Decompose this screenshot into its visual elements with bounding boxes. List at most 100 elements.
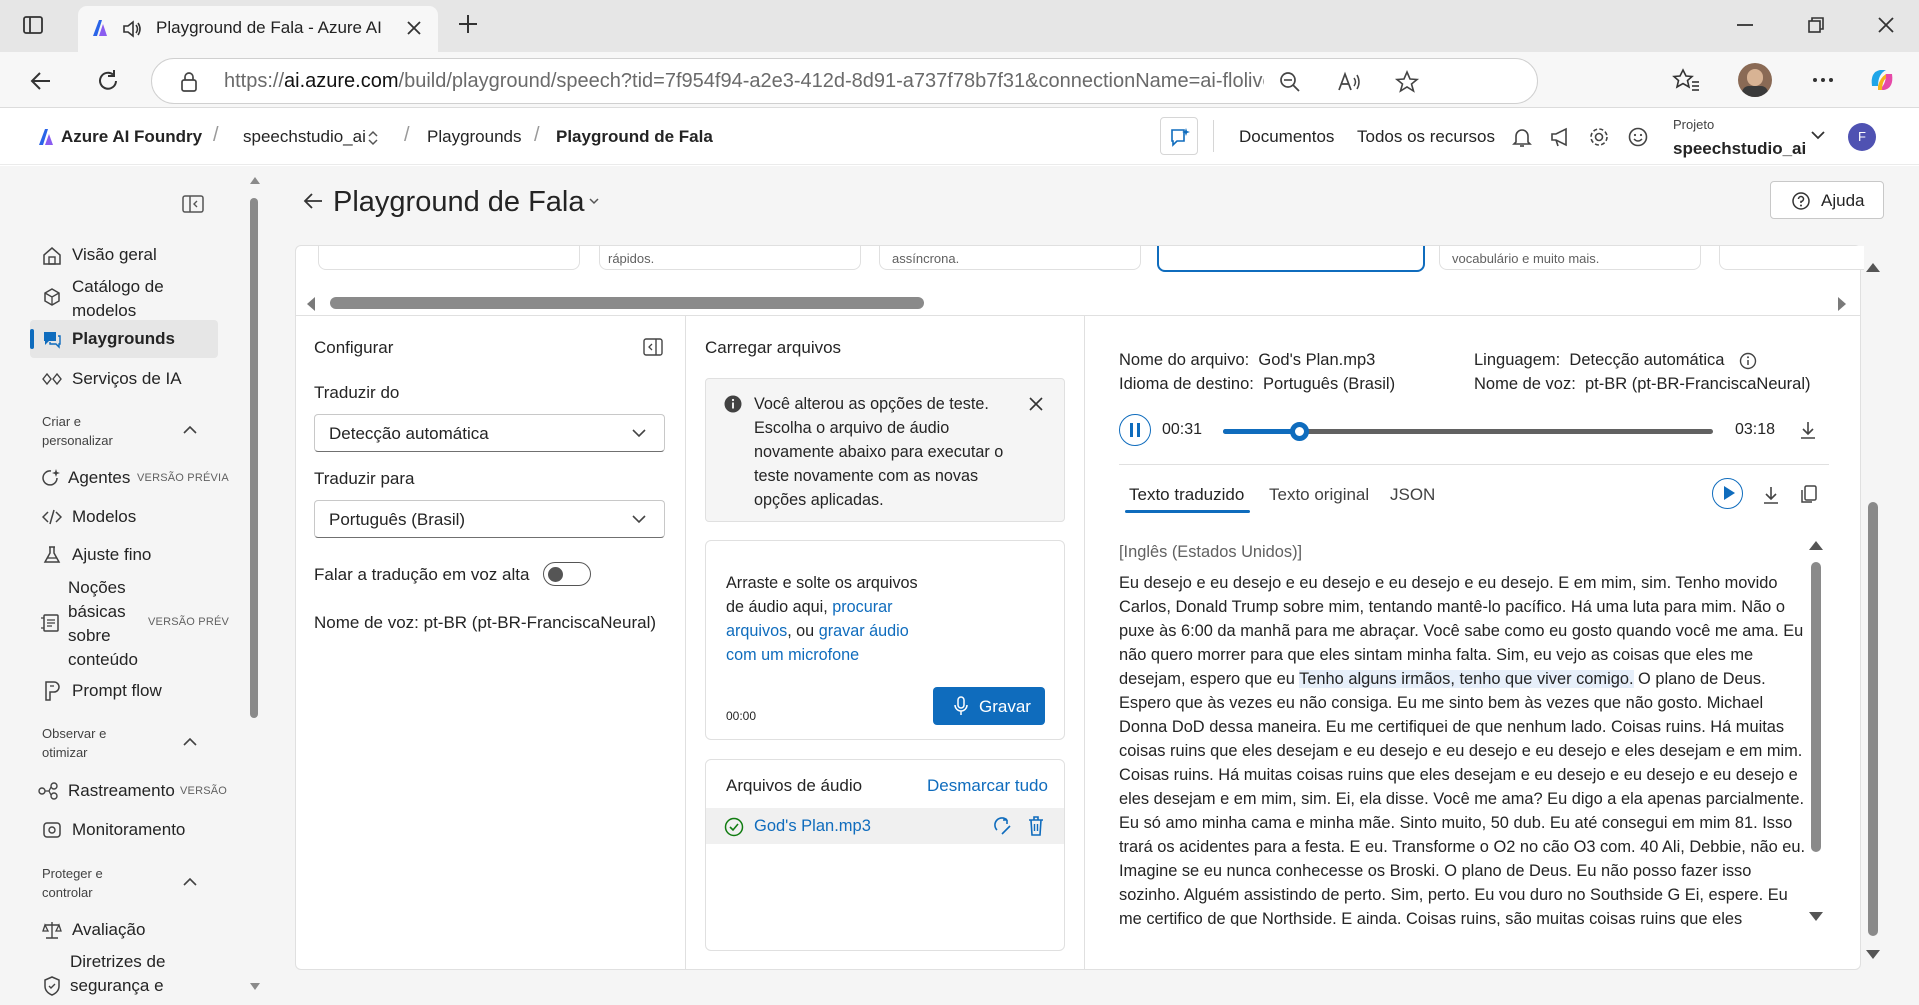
url-field[interactable]: https://ai.azure.com/build/playground/sp… [151, 58, 1538, 104]
favorites-icon[interactable] [1672, 67, 1700, 93]
browser-tab[interactable]: Playground de Fala - Azure AI [78, 6, 438, 52]
drop-zone[interactable]: Arraste e solte os arquivos de áudio aqu… [705, 540, 1065, 740]
page-scroll-thumb[interactable] [1868, 502, 1878, 936]
sidebar-item-model-catalog[interactable]: Catálogo de modelos [30, 273, 218, 323]
speaker-icon[interactable] [121, 18, 143, 40]
scenario-card[interactable]: assíncrona. [879, 246, 1141, 270]
download-audio-icon[interactable] [1799, 420, 1817, 440]
profile-avatar[interactable] [1738, 63, 1772, 97]
settings-gear-icon[interactable] [1588, 126, 1610, 148]
minimize-icon[interactable] [1734, 14, 1756, 36]
progress-thumb[interactable] [1289, 422, 1309, 441]
scroll-up-arrow-icon[interactable] [250, 176, 260, 184]
user-avatar[interactable]: F [1848, 123, 1876, 151]
transcript-scroll-up-icon[interactable] [1809, 540, 1823, 550]
scroll-thumb[interactable] [250, 198, 258, 718]
notification-bell-icon[interactable] [1511, 126, 1533, 148]
scenario-card[interactable] [1719, 246, 1864, 270]
feedback-megaphone-icon[interactable] [1549, 126, 1573, 148]
project-name[interactable]: speechstudio_ai [1673, 139, 1806, 159]
info-icon[interactable] [1739, 352, 1757, 370]
info-filled-icon [724, 395, 742, 413]
scenario-card-selected[interactable] [1157, 246, 1425, 272]
scroll-left-arrow-icon[interactable] [306, 297, 316, 311]
sidebar-item-playgrounds[interactable]: Playgrounds [30, 320, 218, 358]
page-scroll-down-icon[interactable] [1866, 950, 1880, 960]
docs-link[interactable]: Documentos [1239, 127, 1334, 147]
sidebar-item-evaluation[interactable]: Avaliação [30, 915, 218, 945]
breadcrumb-current: Playground de Fala [556, 127, 713, 146]
audio-file-name[interactable]: God's Plan.mp3 [754, 817, 871, 836]
section-observe-label: Observar e otimizar [42, 726, 107, 760]
section-observe-header[interactable]: Observar e otimizar [30, 722, 210, 764]
restore-icon[interactable] [1805, 14, 1827, 36]
favorite-star-icon[interactable] [1394, 69, 1420, 95]
translate-from-select[interactable]: Detecção automática [314, 414, 665, 452]
brand-name[interactable]: Azure AI Foundry [61, 127, 202, 147]
panel-top-divider [296, 315, 1861, 316]
sidebar-scrollbar[interactable] [248, 176, 260, 996]
zoom-icon[interactable] [1278, 70, 1302, 94]
record-button[interactable]: Gravar [933, 687, 1045, 725]
smiley-feedback-icon[interactable] [1627, 126, 1649, 148]
sidebar-item-agents[interactable]: Agentes VERSÃO PRÉVIA [30, 463, 230, 493]
chat-assistant-button[interactable] [1160, 117, 1198, 155]
sidebar-item-fine-tuning[interactable]: Ajuste fino [30, 540, 218, 570]
back-icon[interactable] [28, 68, 54, 94]
tab-json[interactable]: JSON [1390, 485, 1435, 505]
play-translation-button[interactable] [1712, 478, 1743, 509]
sidebar-item-monitoring[interactable]: Monitoramento [30, 815, 218, 845]
sidebar-item-models[interactable]: Modelos [30, 502, 218, 532]
play-icon [1723, 486, 1735, 500]
breadcrumb-project[interactable]: speechstudio_ai [243, 127, 366, 147]
sidebar-item-safety-guardrails[interactable]: Diretrizes de segurança e [30, 948, 218, 1000]
translate-to-select[interactable]: Português (Brasil) [314, 500, 665, 538]
transcript-scroll-down-icon[interactable] [1809, 912, 1823, 922]
lock-icon[interactable] [180, 71, 198, 93]
sidebar-item-content-understanding[interactable]: Noções básicas sobre conteúdo VERSÃO PRÉ… [30, 574, 230, 674]
scenario-card[interactable]: rápidos. [599, 246, 861, 270]
deselect-all-link[interactable]: Desmarcar tudo [927, 776, 1048, 796]
scenario-card[interactable]: vocabulário e muito mais. [1439, 246, 1701, 270]
scroll-right-arrow-icon[interactable] [1837, 297, 1847, 311]
transcript-scroll-thumb[interactable] [1811, 562, 1821, 852]
close-notice-icon[interactable] [1028, 396, 1044, 412]
sidebar-item-overview[interactable]: Visão geral [30, 241, 218, 271]
progress-track[interactable] [1223, 422, 1713, 441]
help-button[interactable]: Ajuda [1770, 181, 1884, 219]
scroll-down-arrow-icon[interactable] [250, 983, 260, 991]
section-protect-header[interactable]: Proteger e controlar [30, 862, 210, 904]
tab-translated-text[interactable]: Texto traduzido [1129, 485, 1244, 505]
back-arrow-icon[interactable] [301, 190, 325, 212]
delete-icon[interactable] [1026, 815, 1046, 837]
tab-actions-icon[interactable] [22, 14, 44, 36]
all-resources-link[interactable]: Todos os recursos [1357, 127, 1495, 147]
rerun-icon[interactable] [993, 816, 1013, 836]
page-scroll-up-icon[interactable] [1866, 262, 1880, 272]
section-create-header[interactable]: Criar e personalizar [30, 410, 210, 452]
collapse-sidebar-icon[interactable] [182, 195, 204, 213]
breadcrumb-playgrounds[interactable]: Playgrounds [427, 127, 522, 147]
sidebar-item-prompt-flow[interactable]: Prompt flow [30, 677, 218, 707]
sidebar-item-ai-services[interactable]: Serviços de IA [30, 363, 218, 395]
chevron-down-icon[interactable] [1809, 128, 1827, 142]
scenario-card[interactable] [318, 246, 580, 270]
more-options-icon[interactable] [1810, 69, 1836, 91]
horizontal-scroll-thumb[interactable] [330, 297, 924, 309]
sidebar-item-tracing[interactable]: Rastreamento VERSÃO [30, 776, 230, 806]
copilot-icon[interactable] [1866, 64, 1898, 96]
new-tab-icon[interactable] [456, 12, 480, 36]
close-tab-icon[interactable] [404, 18, 424, 38]
read-aloud-icon[interactable] [1336, 70, 1362, 94]
refresh-icon[interactable] [95, 68, 121, 94]
collapse-panel-icon[interactable] [643, 338, 663, 356]
close-window-icon[interactable] [1875, 14, 1897, 36]
chevron-updown-icon[interactable] [367, 130, 379, 146]
tab-original-text[interactable]: Texto original [1269, 485, 1369, 505]
chevron-down-icon[interactable] [588, 196, 600, 206]
download-text-icon[interactable] [1762, 485, 1780, 505]
pause-button[interactable] [1119, 414, 1151, 446]
audio-file-row[interactable]: God's Plan.mp3 [706, 808, 1064, 844]
copy-icon[interactable] [1800, 484, 1818, 504]
speak-translation-toggle[interactable] [543, 562, 591, 586]
